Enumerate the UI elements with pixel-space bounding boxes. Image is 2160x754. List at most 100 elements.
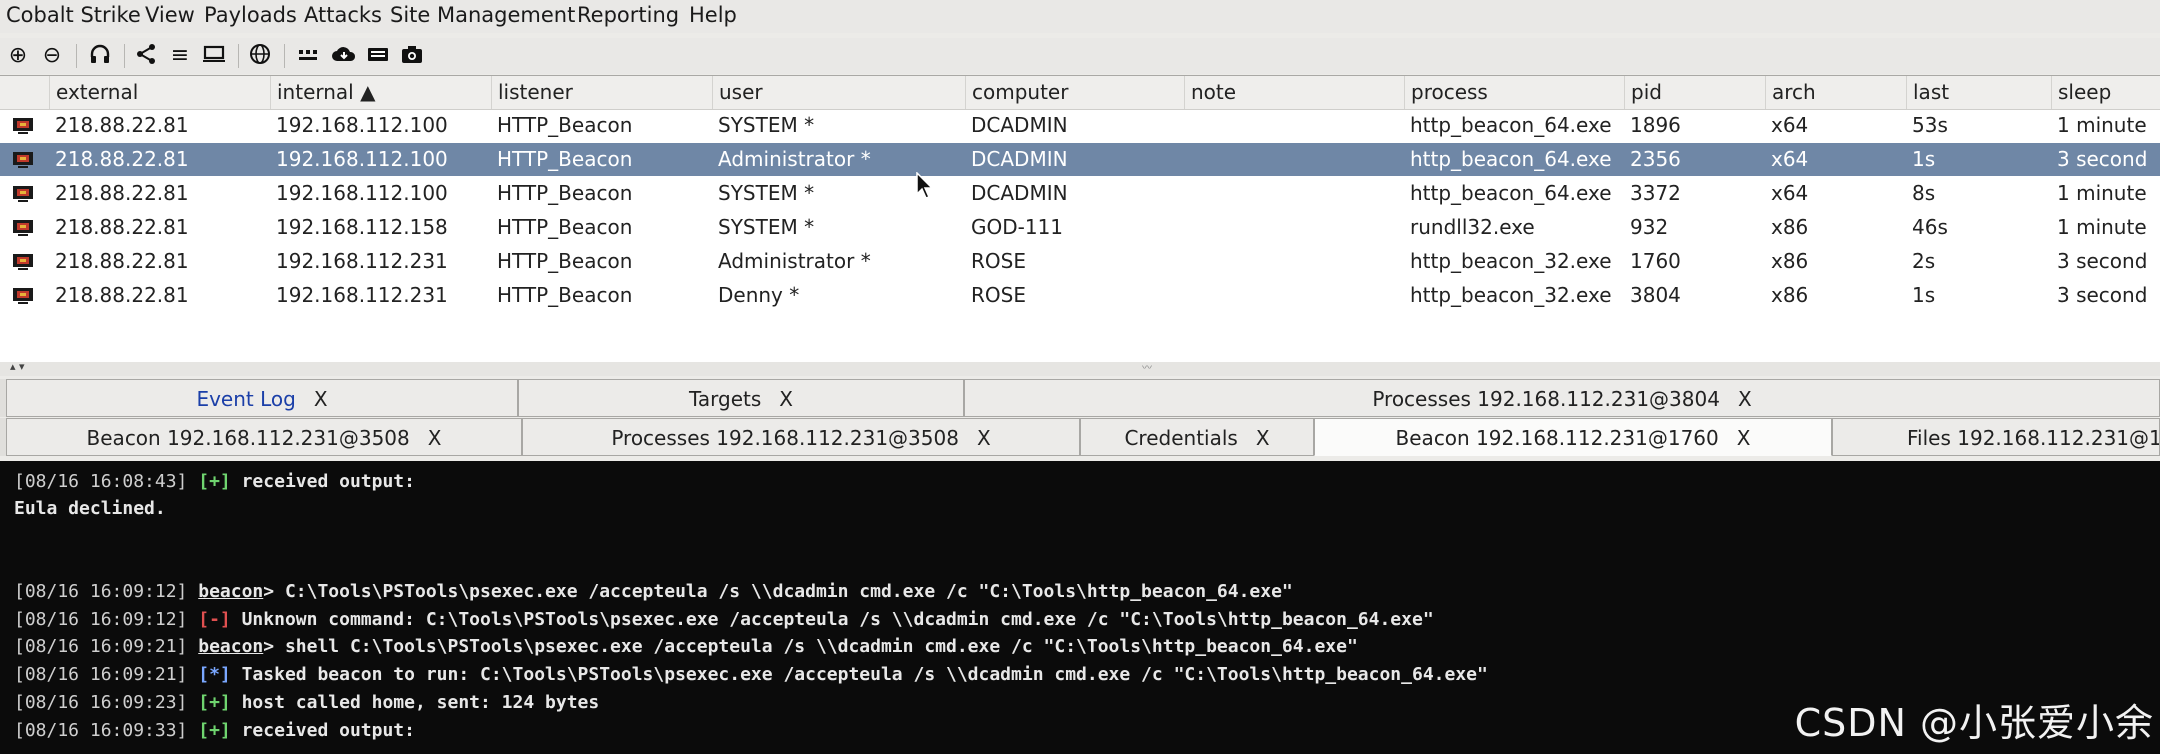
cell-user: Denny * bbox=[718, 283, 800, 307]
cell-last: 53s bbox=[1912, 113, 1948, 137]
tab-close-icon[interactable]: X bbox=[1737, 426, 1751, 450]
cell-process: http_beacon_64.exe bbox=[1410, 113, 1612, 137]
header-sleep[interactable]: sleep bbox=[2051, 76, 2160, 109]
cloud-download-icon[interactable] bbox=[330, 42, 358, 70]
header-computer[interactable]: computer bbox=[965, 76, 1184, 109]
header-pid[interactable]: pid bbox=[1624, 76, 1765, 109]
cell-process: http_beacon_64.exe bbox=[1410, 147, 1612, 171]
list-icon[interactable]: ≡ bbox=[166, 42, 194, 70]
cell-arch: x64 bbox=[1771, 181, 1809, 205]
collapse-arrows-icon[interactable]: ▴ ▾ bbox=[10, 360, 25, 373]
menu-cobalt-strike[interactable]: Cobalt Strike bbox=[6, 3, 141, 27]
tab-processes-3804[interactable]: Processes 192.168.112.231@3804 X bbox=[964, 379, 2160, 417]
cell-pid: 3804 bbox=[1630, 283, 1681, 307]
tab-credentials[interactable]: Credentials X bbox=[1080, 418, 1314, 456]
headphones-icon[interactable] bbox=[86, 42, 114, 70]
menu-attacks[interactable]: Attacks bbox=[304, 3, 382, 27]
cell-computer: DCADMIN bbox=[971, 113, 1068, 137]
menu-site-management[interactable]: Site Management bbox=[390, 3, 575, 27]
sessions-icon[interactable] bbox=[294, 42, 322, 70]
toolbar-separator bbox=[76, 44, 77, 68]
disconnect-icon[interactable]: ⊖ bbox=[38, 42, 66, 70]
menu-reporting[interactable]: Reporting bbox=[577, 3, 679, 27]
toolbar-separator bbox=[284, 44, 285, 68]
tab-close-icon[interactable]: X bbox=[779, 387, 793, 411]
header-icon-column[interactable] bbox=[0, 76, 49, 109]
table-row[interactable]: 218.88.22.81 192.168.112.100 HTTP_Beacon SY… bbox=[0, 177, 2160, 210]
menu-payloads[interactable]: Payloads bbox=[204, 3, 297, 27]
console-line: [08/16 16:09:21] beacon> shell C:\Tools\… bbox=[14, 636, 1358, 657]
beacon-monitor-icon bbox=[13, 118, 33, 134]
share-graph-icon[interactable] bbox=[132, 42, 160, 70]
tab-close-icon[interactable]: X bbox=[314, 387, 328, 411]
tab-beacon-1760[interactable]: Beacon 192.168.112.231@1760 X bbox=[1314, 418, 1832, 456]
header-process[interactable]: process bbox=[1404, 76, 1624, 109]
globe-icon[interactable] bbox=[246, 42, 274, 70]
cell-external: 218.88.22.81 bbox=[55, 215, 189, 239]
tab-targets[interactable]: Targets X bbox=[518, 379, 964, 417]
table-row[interactable]: 218.88.22.81 192.168.112.100 HTTP_Beacon SY… bbox=[0, 109, 2160, 142]
console-line: Eula declined. bbox=[14, 498, 166, 519]
cell-computer: ROSE bbox=[971, 249, 1026, 273]
header-external[interactable]: external bbox=[49, 76, 270, 109]
header-internal[interactable]: internal ▲ bbox=[270, 76, 491, 109]
table-row[interactable]: 218.88.22.81 192.168.112.231 HTTP_Beacon Ad… bbox=[0, 245, 2160, 278]
table-row[interactable]: 218.88.22.81 192.168.112.158 HTTP_Beacon SY… bbox=[0, 211, 2160, 244]
cell-computer: DCADMIN bbox=[971, 181, 1068, 205]
tab-beacon-3508[interactable]: Beacon 192.168.112.231@3508 X bbox=[6, 418, 522, 456]
menu-view[interactable]: View bbox=[145, 3, 195, 27]
beacon-monitor-icon bbox=[13, 288, 33, 304]
menu-bar: Cobalt Strike View Payloads Attacks Site… bbox=[0, 0, 2160, 33]
header-note[interactable]: note bbox=[1184, 76, 1404, 109]
cell-note bbox=[1184, 245, 1404, 278]
cell-arch: x86 bbox=[1771, 283, 1809, 307]
console-line: [08/16 16:09:12] [-] Unknown command: C:… bbox=[14, 609, 1434, 630]
cell-last: 1s bbox=[1912, 283, 1936, 307]
targets-icon[interactable] bbox=[200, 42, 228, 70]
cell-internal: 192.168.112.100 bbox=[276, 147, 448, 171]
tab-files-1[interactable]: Files 192.168.112.231@1 bbox=[1832, 418, 2160, 456]
header-arch[interactable]: arch bbox=[1765, 76, 1906, 109]
cell-external: 218.88.22.81 bbox=[55, 249, 189, 273]
cell-external: 218.88.22.81 bbox=[55, 113, 189, 137]
cell-note bbox=[1184, 177, 1404, 210]
cell-process: rundll32.exe bbox=[1410, 215, 1535, 239]
tab-close-icon[interactable]: X bbox=[977, 426, 991, 450]
tab-row-2: Beacon 192.168.112.231@3508 X Processes 1… bbox=[0, 418, 2160, 456]
beacon-monitor-icon bbox=[13, 152, 33, 168]
cell-sleep: 3 second bbox=[2057, 249, 2148, 273]
cell-internal: 192.168.112.100 bbox=[276, 181, 448, 205]
tab-close-icon[interactable]: X bbox=[1256, 426, 1270, 450]
cell-listener: HTTP_Beacon bbox=[497, 215, 633, 239]
tab-close-icon[interactable]: X bbox=[428, 426, 442, 450]
header-last[interactable]: last bbox=[1906, 76, 2051, 109]
toolbar-separator bbox=[124, 44, 125, 68]
table-row[interactable]: 218.88.22.81 192.168.112.231 HTTP_Beacon De… bbox=[0, 279, 2160, 312]
tab-event-log[interactable]: Event Log X bbox=[6, 379, 518, 417]
cell-external: 218.88.22.81 bbox=[55, 283, 189, 307]
keystrokes-icon[interactable] bbox=[364, 42, 392, 70]
header-user[interactable]: user bbox=[712, 76, 965, 109]
cell-note bbox=[1184, 279, 1404, 312]
cell-listener: HTTP_Beacon bbox=[497, 283, 633, 307]
cell-internal: 192.168.112.158 bbox=[276, 215, 448, 239]
table-row[interactable]: 218.88.22.81 192.168.112.100 HTTP_Beacon Ad… bbox=[0, 143, 2160, 176]
console-line: [08/16 16:08:43] [+] received output: bbox=[14, 471, 415, 492]
console-line: [08/16 16:09:12] beacon> C:\Tools\PSTool… bbox=[14, 581, 1293, 602]
cell-user: SYSTEM * bbox=[718, 113, 815, 137]
tab-close-icon[interactable]: X bbox=[1738, 387, 1752, 411]
cell-pid: 932 bbox=[1630, 215, 1669, 239]
pane-splitter[interactable]: ▴ ▾ 〰 bbox=[0, 359, 2160, 376]
splitter-grip-icon[interactable]: 〰 bbox=[1142, 359, 1152, 374]
cell-internal: 192.168.112.231 bbox=[276, 249, 448, 273]
camera-icon[interactable] bbox=[398, 42, 426, 70]
cell-external: 218.88.22.81 bbox=[55, 147, 189, 171]
beacon-monitor-icon bbox=[13, 220, 33, 236]
new-connection-icon[interactable]: ⊕ bbox=[4, 42, 32, 70]
tab-processes-3508[interactable]: Processes 192.168.112.231@3508 X bbox=[522, 418, 1080, 456]
header-listener[interactable]: listener bbox=[491, 76, 712, 109]
menu-help[interactable]: Help bbox=[689, 3, 737, 27]
toolbar-separator bbox=[238, 44, 239, 68]
cell-sleep: 1 minute bbox=[2057, 181, 2147, 205]
cell-last: 1s bbox=[1912, 147, 1936, 171]
